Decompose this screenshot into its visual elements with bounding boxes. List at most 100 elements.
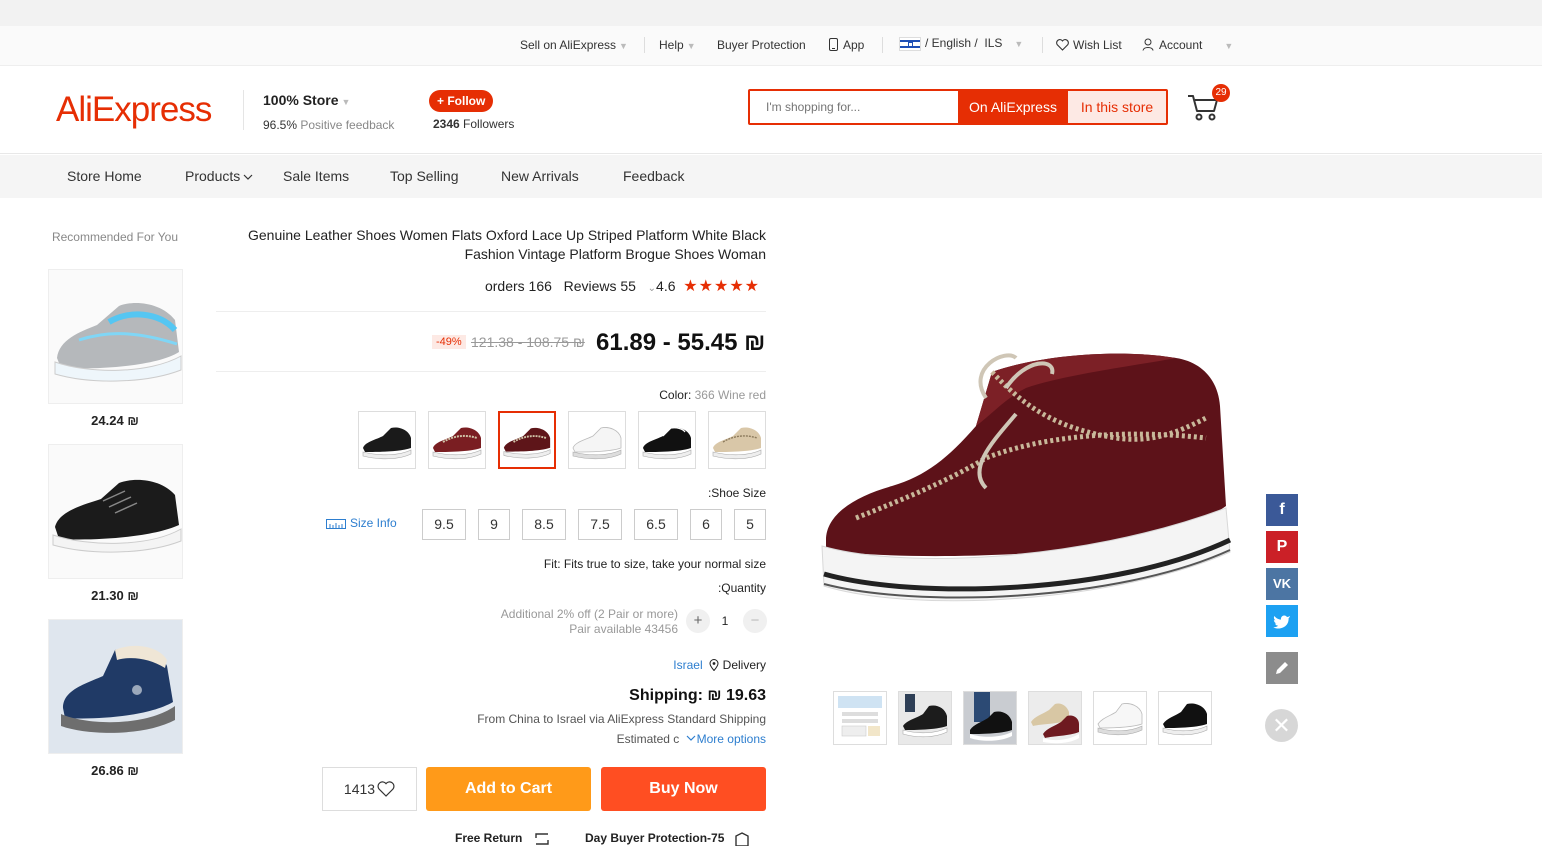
divider <box>644 37 645 53</box>
reviews-count[interactable]: Reviews 55 <box>564 278 636 294</box>
free-return-badge: Free Return <box>455 831 552 846</box>
cart-button[interactable]: 29 <box>1186 84 1230 128</box>
size-option[interactable]: 6.5 <box>634 509 678 540</box>
nav-new-arrivals[interactable]: New Arrivals <box>501 168 579 184</box>
shoe-thumbnail <box>572 427 622 460</box>
divider <box>216 371 766 372</box>
sell-on-aliexpress-link[interactable]: Sell on AliExpress ▼ <box>520 38 628 52</box>
size-option[interactable]: 6 <box>690 509 722 540</box>
recommended-price: 24.24 ₪ <box>91 413 139 428</box>
size-option[interactable]: 8.5 <box>522 509 566 540</box>
pinterest-icon: P <box>1276 538 1288 555</box>
edit-button[interactable] <box>1266 652 1298 684</box>
twitter-icon <box>1273 615 1290 629</box>
color-swatch-selected[interactable] <box>498 411 556 469</box>
phone-icon <box>829 38 838 51</box>
recommended-item-image[interactable] <box>48 619 183 754</box>
vk-share-button[interactable]: VK <box>1266 568 1298 600</box>
follow-button[interactable]: + Follow <box>429 90 494 112</box>
delivery-location[interactable]: Israel Delivery <box>600 658 766 672</box>
heart-icon <box>377 781 395 797</box>
caret-down-icon: ▼ <box>686 41 696 51</box>
color-swatch[interactable] <box>638 411 696 469</box>
color-swatch[interactable] <box>708 411 766 469</box>
recommended-title: Recommended For You <box>51 230 179 244</box>
size-info-link[interactable]: Size Info <box>326 516 397 530</box>
nav-top-selling[interactable]: Top Selling <box>390 168 459 184</box>
fit-note: Fit: Fits true to size, take your normal… <box>543 557 766 571</box>
recommended-price: 26.86 ₪ <box>91 763 139 778</box>
nav-store-home[interactable]: Store Home <box>67 168 142 184</box>
wish-list-link[interactable]: Wish List <box>1056 38 1122 52</box>
search-input[interactable] <box>750 91 958 123</box>
nav-products[interactable]: Products <box>185 168 253 184</box>
help-link[interactable]: Help ▼ <box>659 38 696 52</box>
gallery-thumbnail[interactable] <box>1028 691 1082 745</box>
store-feedback: 96.5% Positive feedback <box>263 118 395 132</box>
flag-israel-icon <box>899 36 921 51</box>
size-chart-thumbnail <box>838 696 882 737</box>
size-option[interactable]: 9 <box>478 509 510 540</box>
nav-sale-items[interactable]: Sale Items <box>283 168 349 184</box>
buyer-protection-link[interactable]: Buyer Protection <box>717 38 806 52</box>
quantity-label: :Quantity <box>717 581 766 595</box>
size-option[interactable]: 5 <box>734 509 766 540</box>
chevron-down-icon <box>243 174 253 180</box>
caret-down-icon: ▼ <box>1224 41 1234 51</box>
app-link[interactable]: App <box>829 38 864 52</box>
pair-available: Pair available 43456 <box>569 622 678 636</box>
store-nav: Store Home Products Sale Items Top Selli… <box>0 155 1542 198</box>
color-swatch[interactable] <box>568 411 626 469</box>
gallery-thumbnail[interactable] <box>898 691 952 745</box>
followers-count: 2346 Followers <box>433 117 515 131</box>
nav-feedback[interactable]: Feedback <box>623 168 684 184</box>
chevron-down-icon: ⌄ <box>647 283 657 294</box>
cart-count-badge: 29 <box>1212 84 1230 102</box>
search-on-aliexpress-button[interactable]: On AliExpress <box>958 91 1068 123</box>
quantity-decrease-button[interactable]: − <box>743 609 767 633</box>
facebook-share-button[interactable]: f <box>1266 494 1298 526</box>
search-in-store-button[interactable]: In this store <box>1068 91 1166 123</box>
shoe-photo-thumbnail <box>1159 692 1211 744</box>
gallery-thumbnail[interactable] <box>1158 691 1212 745</box>
shoe-photo-thumbnail <box>1094 692 1146 744</box>
original-price: 121.38 - 108.75 ₪ <box>471 334 585 350</box>
gallery-thumbnail[interactable] <box>833 691 887 745</box>
language-currency-selector[interactable]: / English / ILS ▼ <box>899 36 1023 51</box>
product-image <box>61 645 175 733</box>
shoe-thumbnail <box>503 427 551 459</box>
divider <box>216 311 766 312</box>
size-option[interactable]: 7.5 <box>578 509 622 540</box>
recommended-price: 21.30 ₪ <box>91 588 139 603</box>
buy-now-button[interactable]: Buy Now <box>601 767 766 811</box>
divider <box>243 90 244 130</box>
recommended-item-image[interactable] <box>48 269 183 404</box>
store-name[interactable]: 100% Store ▼ <box>263 92 350 108</box>
close-icon: ✕ <box>1272 713 1291 738</box>
pinterest-share-button[interactable]: P <box>1266 531 1298 563</box>
shield-icon <box>735 832 749 846</box>
wishlist-button[interactable]: 1413 <box>322 767 417 811</box>
more-options-link[interactable]: More options <box>683 732 766 746</box>
recommended-item-image[interactable] <box>48 444 183 579</box>
quantity-increase-button[interactable]: + <box>686 609 710 633</box>
caret-down-icon: ▼ <box>1014 39 1024 49</box>
color-swatch[interactable] <box>428 411 486 469</box>
color-label: Color: 366 Wine red <box>659 388 766 402</box>
close-share-button[interactable]: ✕ <box>1265 709 1298 742</box>
account-link[interactable]: Account ▼ <box>1142 38 1233 52</box>
twitter-share-button[interactable] <box>1266 605 1298 637</box>
color-swatch[interactable] <box>358 411 416 469</box>
return-icon <box>535 833 549 845</box>
store-header: AliExpress 100% Store ▼ 96.5% Positive fe… <box>0 66 1542 154</box>
caret-down-icon: ▼ <box>619 41 628 51</box>
aliexpress-logo[interactable]: AliExpress <box>56 90 212 130</box>
main-product-image[interactable] <box>816 318 1236 628</box>
shoe-photo-thumbnail <box>899 692 951 744</box>
gallery-thumbnail[interactable] <box>963 691 1017 745</box>
add-to-cart-button[interactable]: Add to Cart <box>426 767 591 811</box>
quantity-value[interactable]: 1 <box>716 614 734 628</box>
size-option[interactable]: 9.5 <box>422 509 466 540</box>
gallery-thumbnail[interactable] <box>1093 691 1147 745</box>
product-image <box>52 479 182 553</box>
